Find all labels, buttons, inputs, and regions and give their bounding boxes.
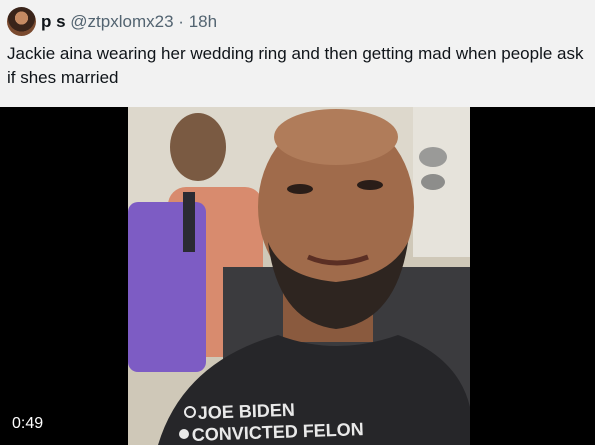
post-timestamp[interactable]: 18h xyxy=(189,12,217,31)
post-text: Jackie aina wearing her wedding ring and… xyxy=(7,44,584,87)
separator-dot: · xyxy=(178,12,184,31)
user-handle[interactable]: @ztpxlomx23 xyxy=(70,12,173,31)
avatar[interactable] xyxy=(7,7,36,36)
video-frame: JOE BIDEN CONVICTED FELON xyxy=(128,107,470,445)
display-name[interactable]: p s xyxy=(41,12,66,31)
post-author-line: p s @ztpxlomx23 · 18h xyxy=(41,12,217,32)
video-player[interactable]: JOE BIDEN CONVICTED FELON 0:49 xyxy=(0,107,595,445)
shirt-text-line-1: JOE BIDEN xyxy=(197,400,295,423)
video-duration: 0:49 xyxy=(12,415,44,432)
post-header: p s @ztpxlomx23 · 18h Jackie aina wearin… xyxy=(0,0,595,107)
